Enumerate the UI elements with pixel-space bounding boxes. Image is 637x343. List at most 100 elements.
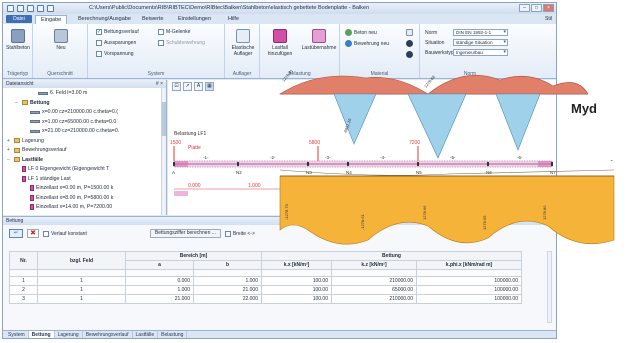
bottom-tab-system[interactable]: System (5, 331, 29, 338)
tree-item[interactable]: x=1.00 cz=65000.00 c.theta=0.0 (23, 119, 116, 125)
bewehrung-neu-button[interactable]: Bewehrung neu (345, 40, 389, 47)
situation-select[interactable]: ständige Situation (453, 39, 508, 46)
cell-a[interactable]: 0.000 (125, 276, 194, 286)
checkbox-box[interactable] (96, 40, 102, 46)
tab-berechnung-ausgabe[interactable]: Berechnung/Ausgabe (73, 15, 136, 24)
panel-pin-icon[interactable]: # × (156, 80, 163, 88)
tree-item[interactable]: − Bettung (15, 100, 50, 106)
checkbox-m-gelenke[interactable]: M-Gelenke (158, 29, 190, 35)
tree-item[interactable]: + Bewehrungsverlauf (7, 147, 66, 153)
table-row[interactable]: 2 1 1.000 21.000 100.00 65000.00 100000.00 (9, 285, 522, 295)
style-menu[interactable]: Stil (545, 15, 552, 23)
material-settings-icon[interactable] (406, 40, 413, 47)
delete-button[interactable]: ✖ (27, 229, 39, 238)
lastfall-hinzufuegen-button[interactable]: Lastfall hinzufügen (262, 29, 298, 57)
cell-kz[interactable]: 210000.00 (331, 294, 417, 304)
undo-icon[interactable] (27, 5, 34, 12)
checkbox-box[interactable] (43, 230, 49, 237)
minimize-button[interactable]: – (519, 4, 530, 12)
redo-icon[interactable] (37, 5, 44, 12)
apply-button[interactable]: ↵ (9, 229, 23, 238)
tab-eingabe[interactable]: Eingabe (35, 15, 68, 24)
expand-toggle-icon[interactable]: + (7, 138, 12, 144)
elastische-auflager-button[interactable]: Elastische Auflager (228, 29, 258, 57)
checkbox-box[interactable] (96, 51, 102, 57)
checkbox-schubbewehrung[interactable]: Schubbewehrung (158, 40, 205, 46)
checkbox-box[interactable] (158, 40, 164, 46)
scroll-thumb[interactable] (162, 102, 166, 136)
checkbox-breite[interactable]: Breite <-> (224, 230, 255, 237)
tree-item[interactable]: 6. Feld l=3.00 m (31, 90, 87, 96)
cell-field[interactable]: 1 (37, 276, 126, 286)
save-icon[interactable] (17, 5, 24, 12)
expand-toggle-icon[interactable]: + (7, 147, 12, 153)
material-settings-icon-2[interactable] (406, 51, 413, 58)
calculate-bedding-button[interactable]: Bettungsziffer berechnen ... (149, 229, 221, 238)
beton-neu-button[interactable]: Beton neu (345, 29, 377, 36)
cell-kphi[interactable]: 100000.00 (416, 276, 522, 286)
lastuebernahme-button[interactable]: Lastübernahme (300, 29, 338, 51)
checkbox-bettungsverlauf[interactable]: ✓ Bettungsverlauf (96, 29, 139, 35)
maximize-button[interactable]: □ (531, 4, 542, 12)
cell-nr[interactable]: 1 (9, 276, 38, 286)
cell-a[interactable]: 21.000 (125, 294, 194, 304)
bauwerkstyp-select[interactable]: Ingenieurbau (453, 49, 508, 56)
checkbox-aussparungen[interactable]: Aussparungen (96, 40, 136, 46)
norm-select[interactable]: DIN EN 1992-1-1 (453, 29, 508, 36)
table-row[interactable]: 3 1 21.000 22.000 100.00 210000.00 100000.00 (9, 294, 522, 304)
tab-hilfe[interactable]: Hilfe (223, 15, 244, 24)
tree-item[interactable]: Einzellast x=0.00 m, P=1500.00 k (23, 185, 113, 191)
bottom-tab-lastf-lle[interactable]: Lastfälle (133, 331, 159, 338)
tree-item[interactable]: x=21.00 cz=210000.00 c.theta=0. (23, 128, 119, 134)
tree-scrollbar[interactable] (161, 88, 166, 215)
tree-item-label: Einzellast x=0.00 m, P=1500.00 k (36, 185, 114, 191)
table-scrollbar[interactable] (547, 251, 552, 323)
cell-kx[interactable]: 100.00 (261, 276, 332, 286)
cell-kphi[interactable]: 100000.00 (416, 285, 522, 295)
drawing-canvas[interactable]: ⊡ ↗ A ▦ Belastung LF1 Platte 1500 5800 7… (168, 80, 556, 215)
checkbox-box[interactable] (158, 29, 164, 35)
bottom-tab-bewehrungsverlauf[interactable]: Bewehrungsverlauf (83, 331, 133, 338)
tree-item[interactable]: Einzellast x=8.00 m, P=5800.00 k (23, 194, 113, 201)
cell-b[interactable]: 22.000 (193, 294, 262, 304)
cell-b[interactable]: 21.000 (193, 285, 262, 295)
checkbox-verlauf-konstant[interactable]: Verlauf konstant (43, 230, 87, 237)
panel-pin-icon[interactable]: # × (546, 217, 553, 225)
tree-item[interactable]: LF 0 Eigengewicht (Eigengewicht T (15, 166, 109, 172)
querschnitt-neu-button[interactable]: Neu (51, 29, 71, 51)
bottom-tab-lagerung[interactable]: Lagerung (55, 331, 83, 338)
cell-field[interactable]: 1 (37, 294, 126, 304)
cell-kphi[interactable]: 100000.00 (416, 294, 522, 304)
checkbox-label: Schubbewehrung (166, 40, 205, 46)
cell-field[interactable]: 1 (37, 285, 126, 295)
print-icon[interactable] (47, 5, 54, 12)
app-menu-button[interactable]: Datei (6, 15, 32, 23)
cell-kx[interactable]: 100.00 (261, 285, 332, 295)
cell-kz[interactable]: 65000.00 (331, 285, 417, 295)
tab-beiwerte[interactable]: Beiwerte (137, 15, 168, 24)
cell-kz[interactable]: 210000.00 (331, 276, 417, 286)
stahlbeton-button[interactable]: Stahlbeton (5, 29, 31, 51)
table-row[interactable]: 1 1 0.000 1.000 100.00 210000.00 100000.00 (9, 276, 522, 286)
cell-b[interactable]: 1.000 (193, 276, 262, 286)
checkbox-box[interactable]: ✓ (96, 29, 102, 35)
material-edit-icon[interactable] (406, 29, 413, 36)
tree-item[interactable]: LF 1 ständige Last (15, 175, 71, 182)
unit-cell (193, 269, 262, 277)
close-button[interactable]: × (543, 4, 554, 12)
tab-einstellungen[interactable]: Einstellungen (173, 15, 216, 24)
tree-item[interactable]: − Lastfälle (7, 157, 43, 163)
cell-a[interactable]: 1.000 (125, 285, 194, 295)
expand-toggle-icon[interactable]: − (15, 100, 20, 106)
cell-nr[interactable]: 3 (9, 294, 38, 304)
tree-item[interactable]: x=0.00 cz=210000.00 c.theta=0.( (23, 109, 118, 115)
tree-item[interactable]: Einzellast x=14.00 m, P=7200.00 (23, 204, 112, 210)
tree-item[interactable]: + Lagerung (7, 138, 44, 144)
cell-nr[interactable]: 2 (9, 285, 38, 295)
checkbox-box[interactable] (224, 230, 231, 237)
bottom-tab-bettung[interactable]: Bettung (28, 331, 55, 338)
checkbox-vorspannung[interactable]: Vorspannung (96, 51, 133, 57)
expand-toggle-icon[interactable]: − (7, 157, 12, 163)
bottom-tab-belastung[interactable]: Belastung (158, 331, 188, 338)
cell-kx[interactable]: 100.00 (261, 294, 332, 304)
